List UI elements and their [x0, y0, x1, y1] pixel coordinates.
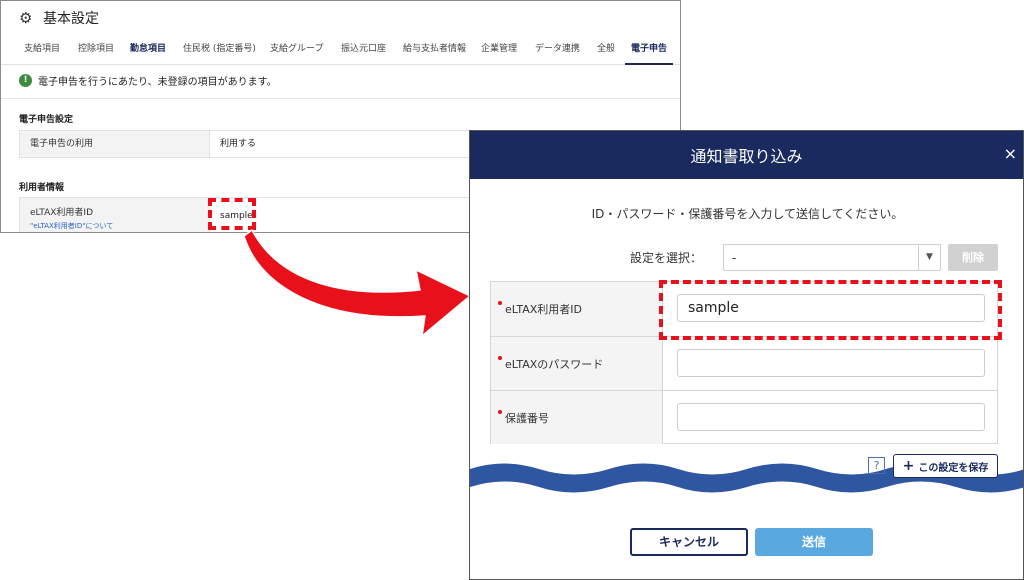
tab-data-integration[interactable]: データ連携	[535, 35, 580, 65]
required-marker	[498, 410, 502, 414]
tab-attendance-items[interactable]: 勤怠項目	[130, 35, 166, 65]
plus-icon: +	[902, 458, 915, 474]
tab-payer-info[interactable]: 給与支払者情報	[403, 35, 466, 65]
form-row-password: eLTAXのパスワード	[491, 336, 997, 390]
section-title-user-info: 利用者情報	[19, 183, 65, 193]
dialog-instruction: ID・パスワード・保護番号を入力して送信してください。	[591, 207, 904, 221]
gear-icon: ⚙	[19, 9, 33, 27]
red-arrow-icon	[243, 229, 471, 337]
save-settings-button[interactable]: + この設定を保存	[893, 454, 998, 478]
tab-e-filing[interactable]: 電子申告	[625, 35, 674, 65]
cancel-button[interactable]: キャンセル	[630, 528, 748, 556]
close-icon[interactable]: ×	[1004, 145, 1017, 163]
tab-payment-items[interactable]: 支給項目	[24, 35, 60, 65]
field-label-text: 保護番号	[505, 411, 549, 425]
page-header: ⚙ 基本設定	[1, 1, 680, 35]
dialog-title: 通知書取り込み	[690, 147, 803, 166]
notice-text: 電子申告を行うにあたり、未登録の項目があります。	[38, 77, 277, 88]
delete-button[interactable]: 削除	[948, 244, 998, 271]
row-value: 利用する	[220, 139, 257, 149]
settings-tabs: 支給項目 控除項目 勤怠項目 住民税 (指定番号) 支給グループ 振込元口座 給…	[1, 35, 680, 65]
section-title-e-filing-settings: 電子申告設定	[19, 115, 74, 125]
row-label: 電子申告の利用	[20, 131, 210, 157]
save-settings-label: この設定を保存	[918, 462, 989, 474]
page-title: 基本設定	[43, 11, 99, 27]
tab-company-management[interactable]: 企業管理	[481, 35, 517, 65]
required-marker	[498, 356, 502, 360]
tab-transfer-account[interactable]: 振込元口座	[341, 35, 386, 65]
field-label-text: eLTAXのパスワード	[505, 357, 604, 371]
field-label-protection-number: 保護番号	[491, 391, 663, 444]
required-marker	[498, 301, 502, 305]
preset-select-value: -	[732, 251, 737, 265]
tab-resident-tax[interactable]: 住民税 (指定番号)	[183, 35, 256, 65]
password-input[interactable]	[677, 349, 985, 377]
dialog-header: 通知書取り込み ×	[470, 131, 1023, 179]
form-row-protection-number: 保護番号	[491, 390, 997, 444]
tab-deduction-items[interactable]: 控除項目	[78, 35, 114, 65]
target-highlight-box	[659, 280, 1002, 340]
row-label-eltax-id: eLTAX利用者ID "eLTAX利用者ID"について	[20, 198, 210, 232]
help-icon[interactable]: ?	[868, 457, 885, 474]
row-label-text: eLTAX利用者ID	[30, 208, 94, 218]
import-notice-dialog: 通知書取り込み × ID・パスワード・保護番号を入力して送信してください。 設定…	[469, 130, 1024, 580]
tab-payment-group[interactable]: 支給グループ	[270, 35, 323, 65]
warning-notice: ! 電子申告を行うにあたり、未登録の項目があります。	[19, 73, 277, 88]
preset-select[interactable]: - ▼	[723, 244, 941, 271]
preset-select-label: 設定を選択：	[630, 251, 703, 265]
send-button[interactable]: 送信	[755, 528, 873, 556]
source-highlight-box	[208, 198, 256, 230]
eltax-id-help-link[interactable]: "eLTAX利用者ID"について	[30, 221, 199, 231]
field-label-text: eLTAX利用者ID	[505, 303, 583, 316]
alert-icon: !	[19, 74, 32, 87]
tab-general[interactable]: 全般	[597, 35, 615, 65]
divider	[1, 98, 680, 99]
field-label-eltax-id: eLTAX利用者ID	[491, 282, 663, 336]
chevron-down-icon[interactable]: ▼	[918, 245, 940, 270]
protection-number-input[interactable]	[677, 403, 985, 431]
field-label-password: eLTAXのパスワード	[491, 337, 663, 390]
